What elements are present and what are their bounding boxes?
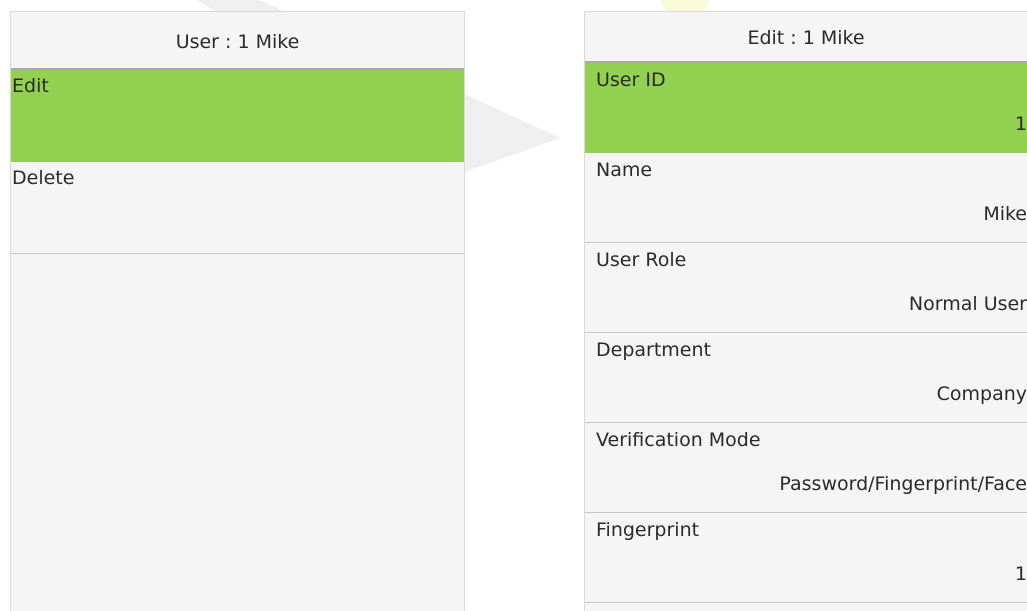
field-fingerprint[interactable]: Fingerprint 1 [585,513,1027,603]
edit-screen-title: Edit : 1 Mike [585,12,1027,63]
menu-item-label: Edit [12,75,49,97]
field-name[interactable]: Name Mike [585,153,1027,243]
edit-user-screen: Edit : 1 Mike User ID 1 Name Mike User R… [584,11,1027,611]
field-value: 1 [1014,563,1027,585]
user-menu-title: User : 1 Mike [11,12,464,70]
field-user-id[interactable]: User ID 1 [585,63,1027,153]
field-department[interactable]: Department Company [585,333,1027,423]
field-label: Fingerprint [596,519,700,541]
user-menu-screen: User : 1 Mike Edit Delete [10,11,465,611]
field-value: Mike [983,203,1027,225]
field-label: User Role [596,249,687,271]
field-value: Company [936,383,1027,405]
field-label: Name [596,159,653,181]
field-label: User ID [596,69,666,91]
field-value: 1 [1014,113,1027,135]
field-user-role[interactable]: User Role Normal User [585,243,1027,333]
field-verification-mode[interactable]: Verification Mode Password/Fingerprint/F… [585,423,1027,513]
field-label: Department [596,339,711,361]
menu-item-edit[interactable]: Edit [11,70,464,162]
field-value: Password/Fingerprint/Face [779,473,1027,495]
field-value: Normal User [908,293,1027,315]
field-label: Verification Mode [596,429,761,451]
menu-item-label: Delete [12,167,75,189]
menu-item-delete[interactable]: Delete [11,162,464,254]
